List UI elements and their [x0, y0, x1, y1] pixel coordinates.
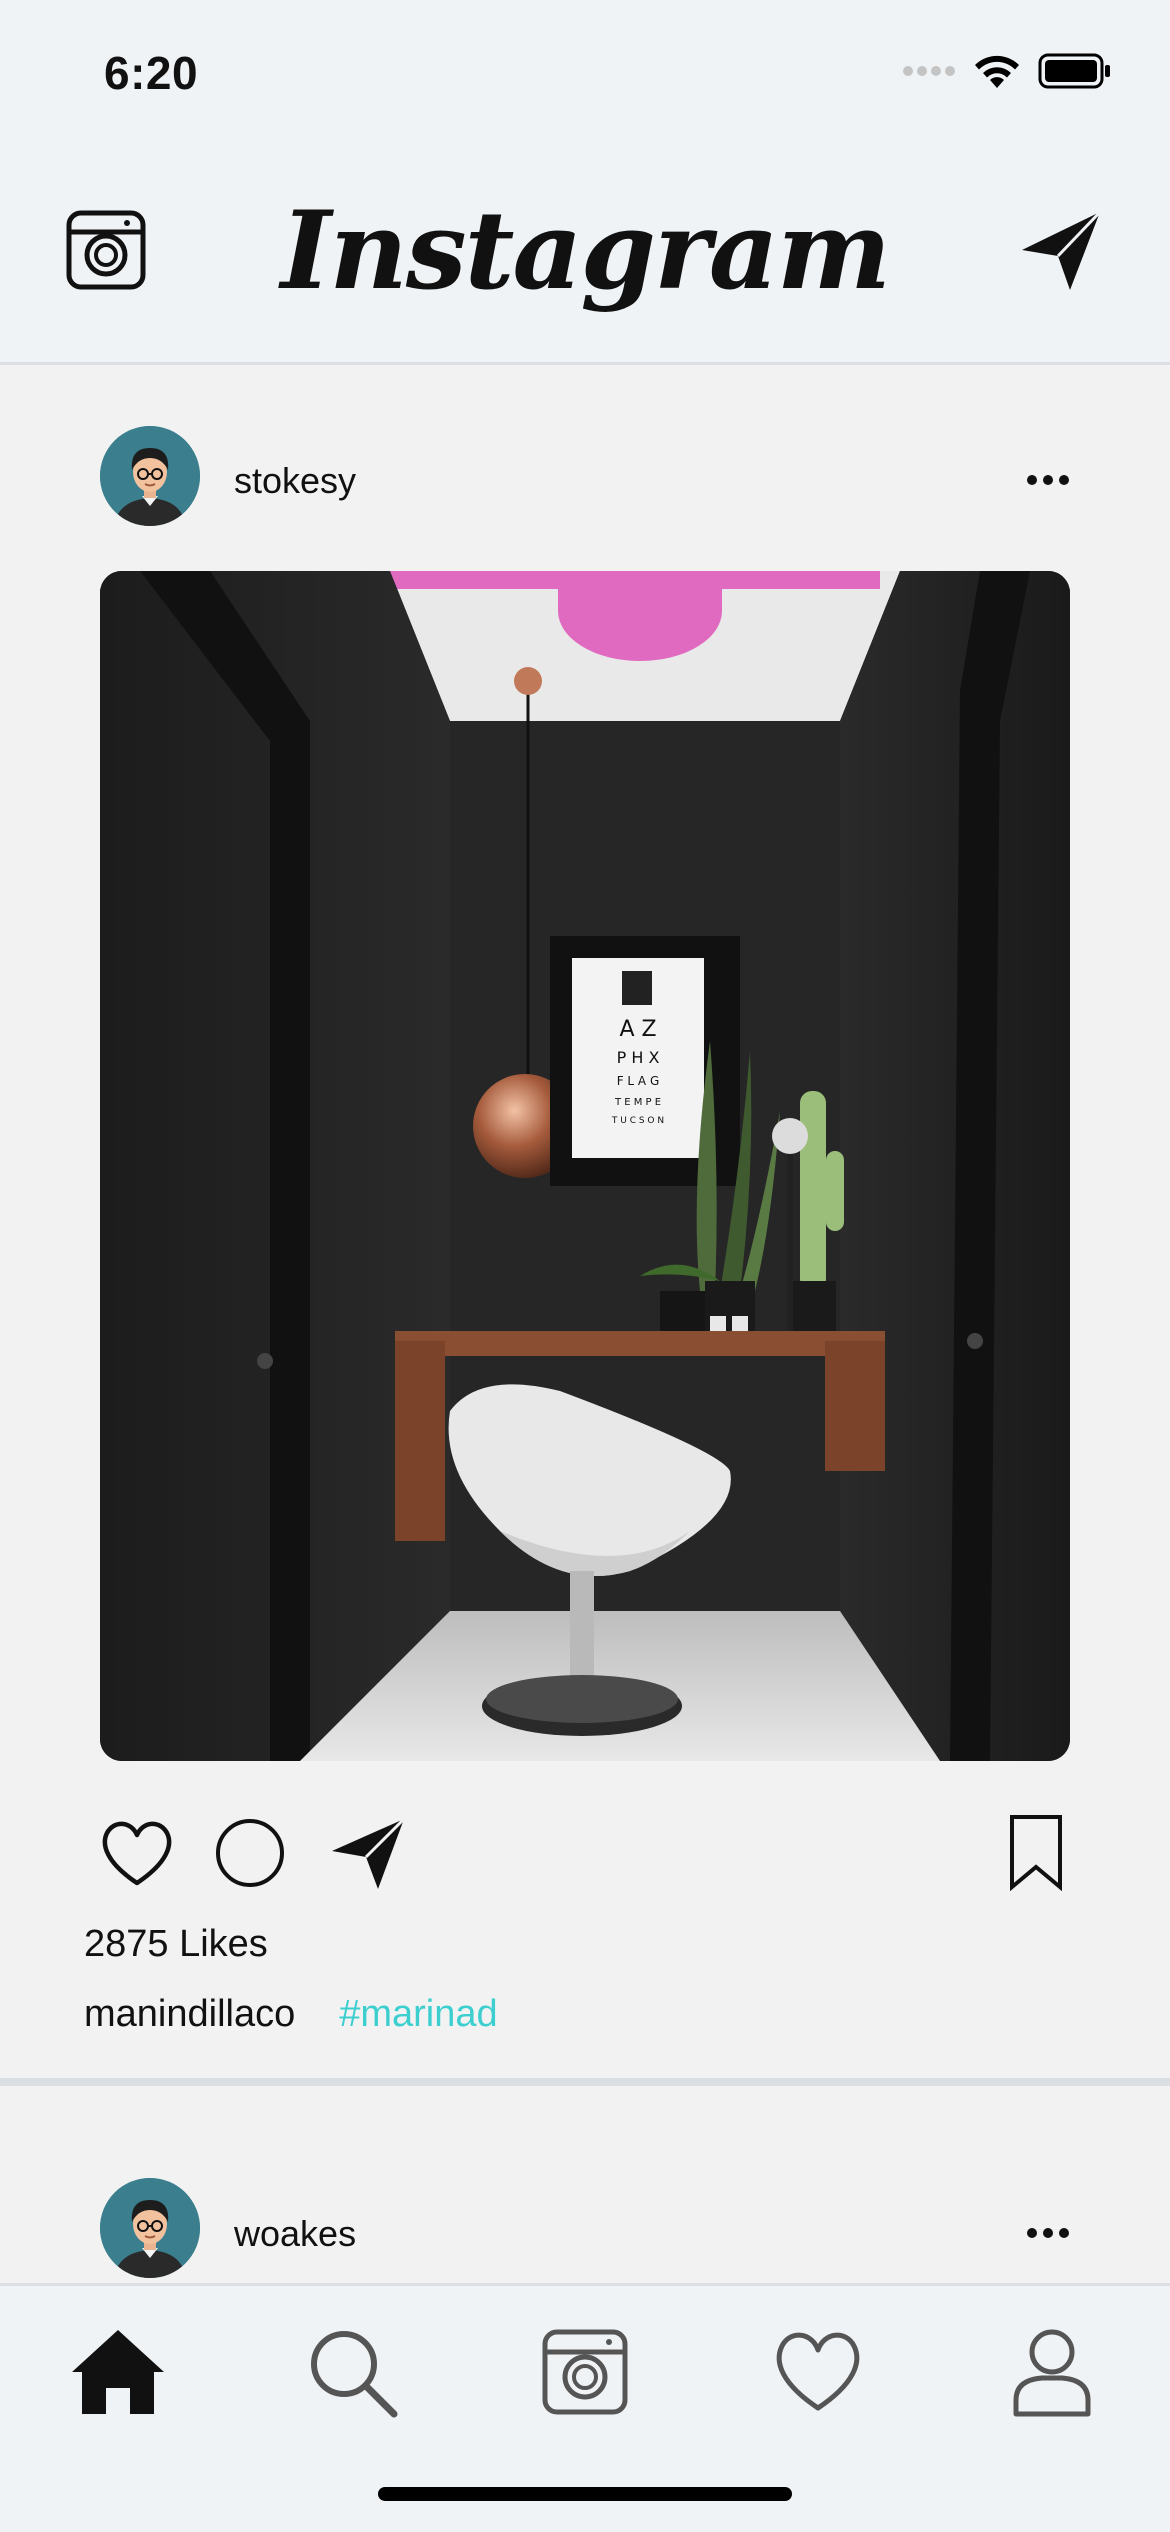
svg-text:T U C S O N: T U C S O N	[611, 1116, 664, 1126]
avatar-illustration	[100, 2178, 200, 2278]
status-icons	[902, 52, 1112, 90]
app-logo: Instagram	[280, 188, 891, 314]
bookmark-icon[interactable]	[996, 1813, 1076, 1893]
app-header: Instagram	[0, 150, 1170, 365]
cellular-dots-icon	[903, 66, 955, 76]
wifi-icon	[975, 55, 1019, 88]
post-username[interactable]: woakes	[234, 2213, 356, 2255]
camera-icon[interactable]	[535, 2322, 635, 2422]
profile-icon[interactable]	[1002, 2322, 1102, 2422]
comment-icon[interactable]	[210, 1813, 290, 1893]
svg-text:A Z: A Z	[619, 1017, 656, 1042]
home-icon[interactable]	[68, 2322, 168, 2422]
likes-count: 2875 Likes	[84, 1923, 268, 1965]
post-actions	[0, 1813, 1170, 1913]
avatar[interactable]	[100, 2178, 200, 2278]
heart-icon[interactable]	[97, 1813, 177, 1893]
post-divider	[0, 2078, 1170, 2086]
home-indicator[interactable]	[378, 2487, 792, 2501]
send-icon[interactable]	[1018, 208, 1104, 294]
post-image[interactable]: A Z P H X F L A G T E M P E T U C S O N	[100, 571, 1070, 1761]
svg-text:T E M P E: T E M P E	[614, 1097, 661, 1108]
avatar[interactable]	[100, 426, 200, 526]
caption-hashtag[interactable]: #marinad	[339, 1993, 497, 2035]
status-time: 6:20	[104, 47, 199, 99]
desk-nook-illustration: A Z P H X F L A G T E M P E T U C S O N	[100, 571, 1070, 1761]
search-icon[interactable]	[302, 2322, 402, 2422]
battery-icon	[1038, 53, 1110, 89]
post-username[interactable]: stokesy	[234, 460, 356, 502]
more-options-icon[interactable]	[1026, 472, 1070, 488]
post-header: stokesy	[0, 368, 1170, 548]
post-header: woakes	[0, 2088, 1170, 2283]
post-caption: manindillaco #marinad	[84, 1993, 498, 2036]
svg-text:P H X: P H X	[617, 1048, 660, 1067]
more-options-icon[interactable]	[1026, 2225, 1070, 2241]
feed[interactable]: stokesy A Z P H X F L A G T E M P E T U …	[0, 368, 1170, 2283]
caption-username[interactable]: manindillaco	[84, 1993, 295, 2035]
svg-text:F L A G: F L A G	[617, 1074, 660, 1088]
share-send-icon[interactable]	[328, 1813, 408, 1893]
heart-icon[interactable]	[768, 2322, 868, 2422]
status-bar: 6:20	[0, 0, 1170, 150]
avatar-illustration	[100, 426, 200, 526]
